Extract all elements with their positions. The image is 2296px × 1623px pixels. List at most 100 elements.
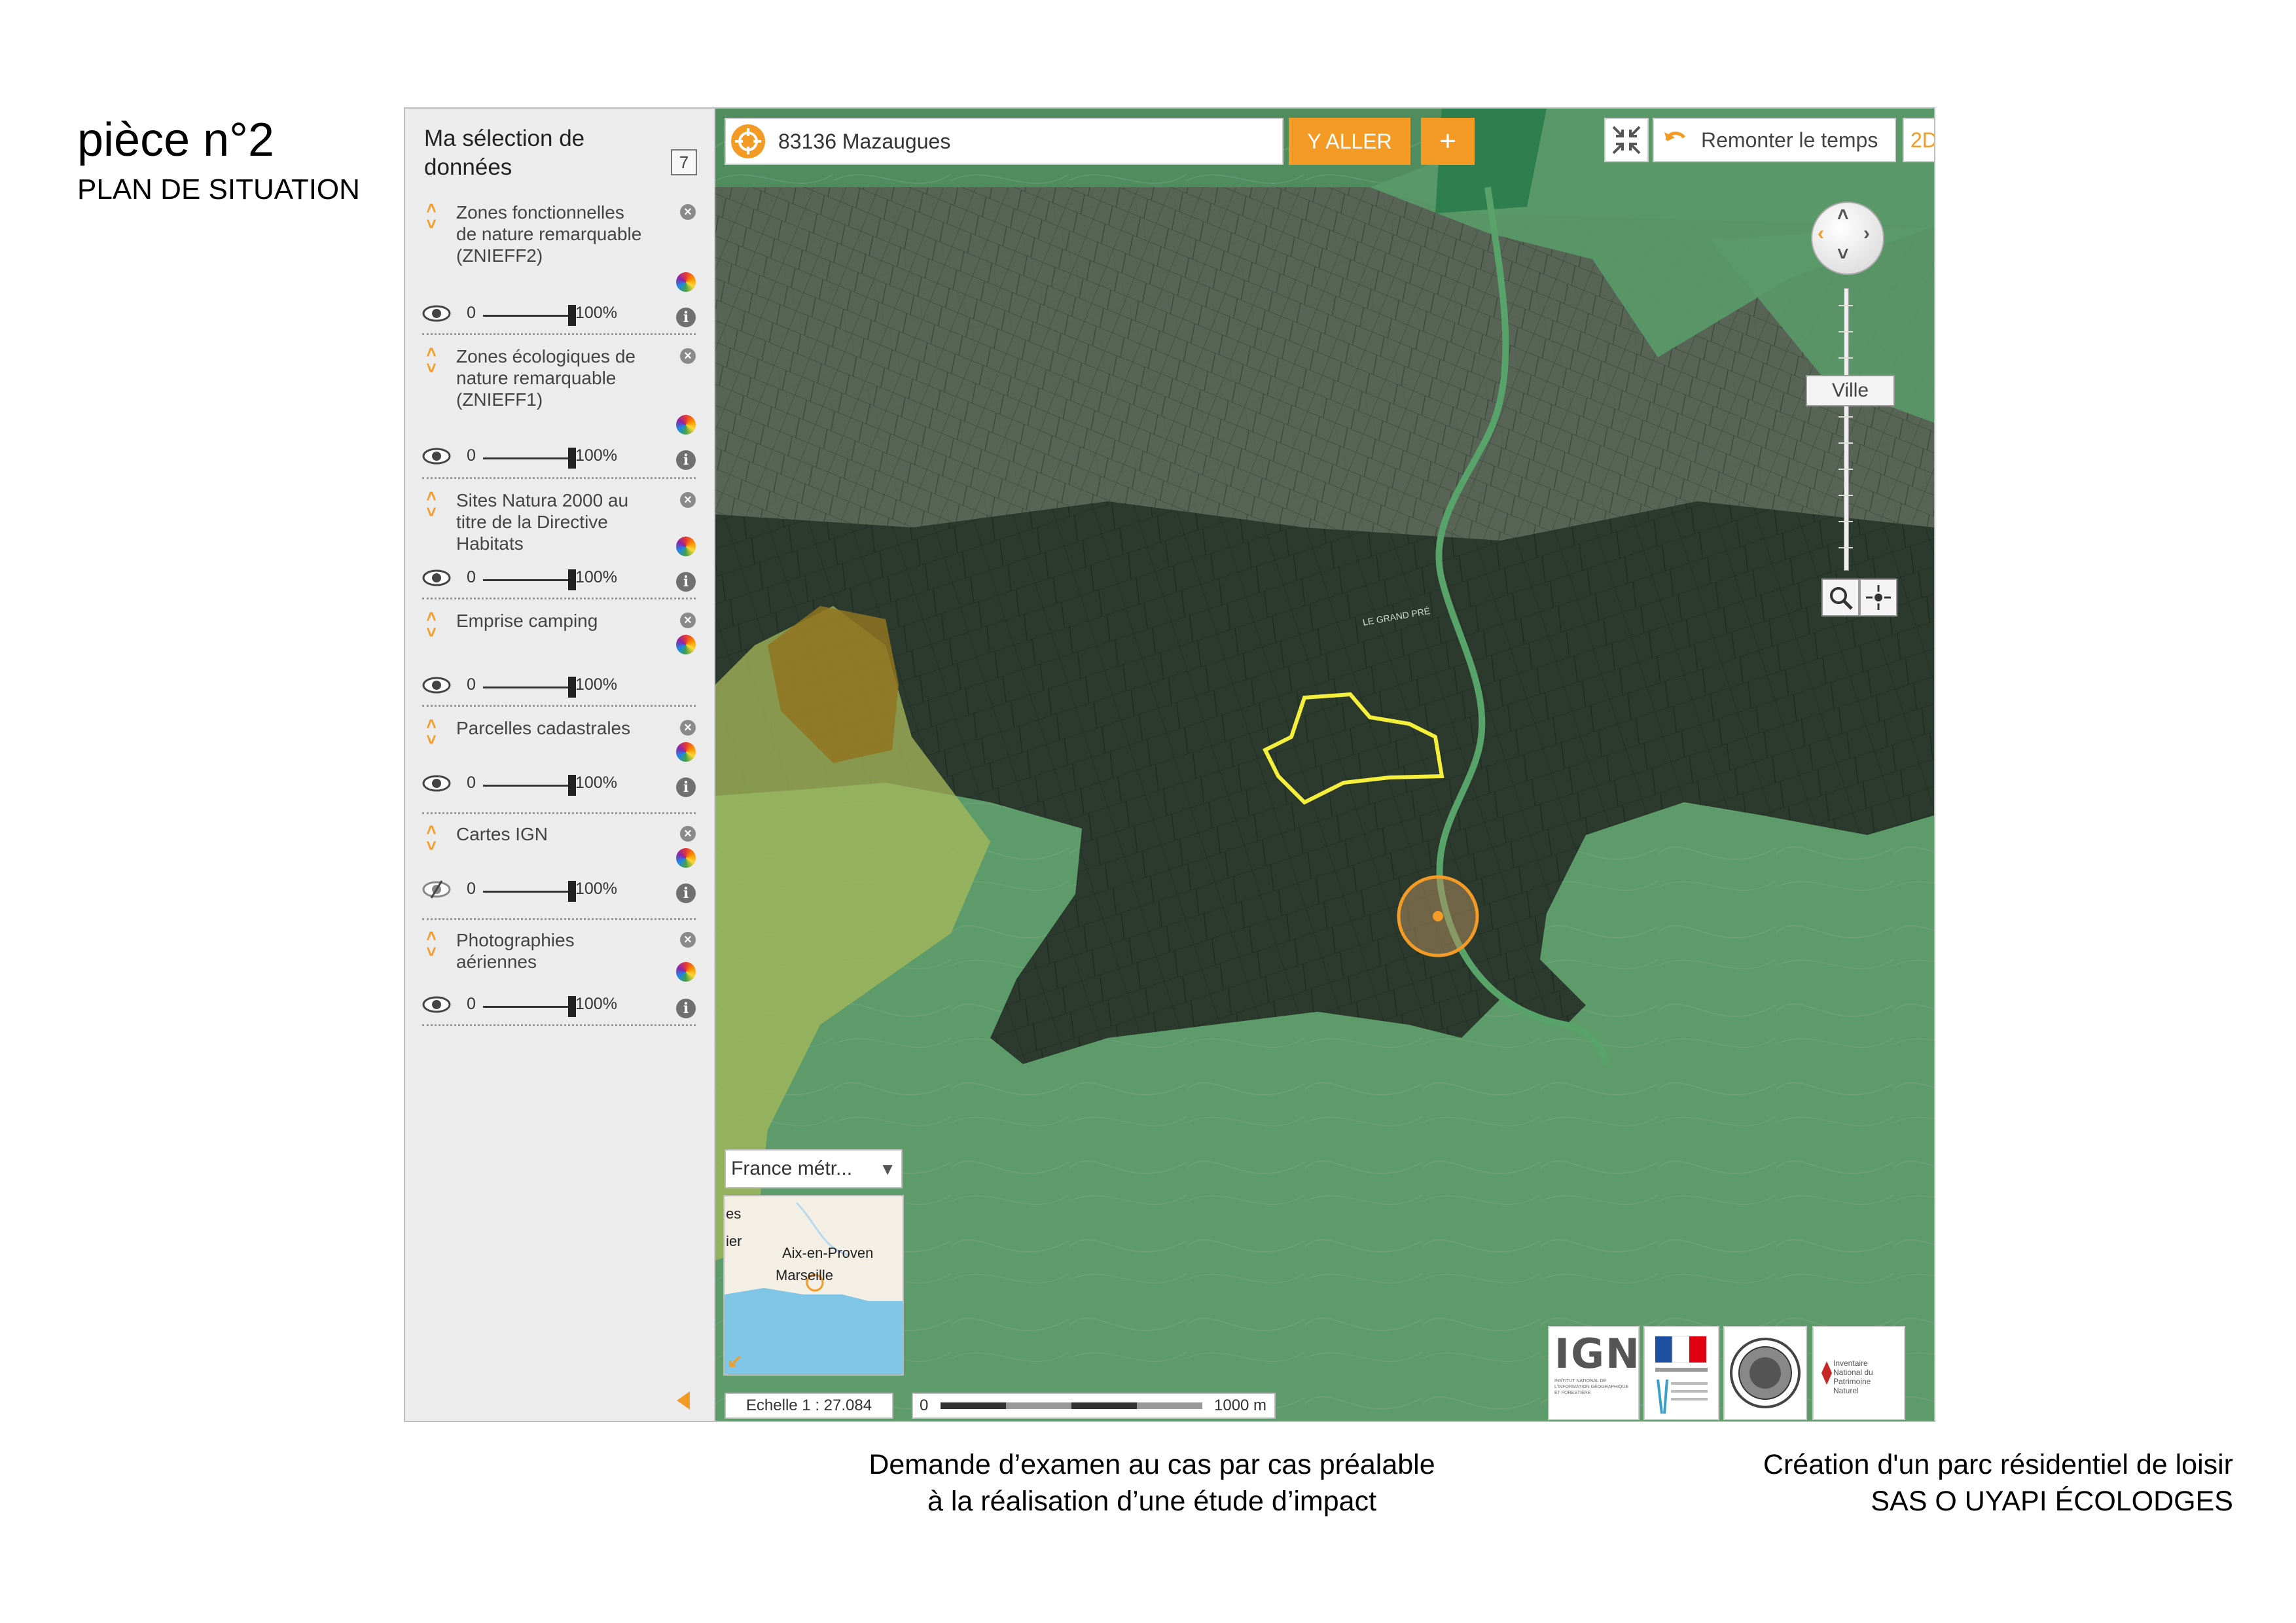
color-wheel-icon[interactable]	[676, 635, 696, 654]
opacity-min: 0	[467, 568, 476, 586]
color-wheel-icon[interactable]	[676, 272, 696, 292]
search-input[interactable]	[777, 122, 1277, 161]
overview-city-aix: Aix-en-Proven	[782, 1245, 873, 1261]
eye-icon[interactable]	[422, 304, 451, 323]
reorder-chevron-icon[interactable]: ˄ ˅	[422, 488, 440, 521]
layer-name: Emprise camping	[456, 611, 598, 631]
info-icon[interactable]: i	[676, 777, 696, 797]
footer-left-line1: Demande d’examen au cas par cas préalabl…	[869, 1449, 1435, 1480]
remove-layer-icon[interactable]: ×	[680, 613, 696, 628]
pan-left-icon[interactable]: ‹	[1818, 223, 1824, 245]
ign-logo[interactable]: IGN INSTITUT NATIONAL DE L'INFORMATION G…	[1548, 1326, 1640, 1420]
geoportail-app: Ma sélection de données 7 ˄ ˅ Zones fonct…	[404, 107, 1935, 1422]
opacity-slider[interactable]	[483, 785, 571, 787]
dropdown-arrow-icon: ▼	[879, 1159, 896, 1179]
layer-panel: Ma sélection de données 7 ˄ ˅ Zones fonct…	[405, 109, 715, 1421]
opacity-slider[interactable]	[483, 315, 571, 317]
crosshair-icon	[1866, 585, 1891, 610]
info-icon[interactable]: i	[676, 308, 696, 327]
inpn-logo[interactable]: Inventaire National du Patrimoine Nature…	[1812, 1326, 1905, 1420]
eye-icon[interactable]	[422, 774, 451, 793]
opacity-max: 100%	[575, 880, 617, 898]
zoom-slider[interactable]	[1844, 288, 1849, 571]
center-map-button[interactable]	[1859, 579, 1897, 616]
territory-select[interactable]: France métr... ▼	[725, 1149, 903, 1188]
opacity-slider[interactable]	[483, 1006, 571, 1008]
remove-layer-icon[interactable]: ×	[680, 826, 696, 842]
info-icon[interactable]: i	[676, 999, 696, 1018]
zoom-tick	[1839, 357, 1853, 359]
opacity-min: 0	[467, 880, 476, 898]
opacity-slider[interactable]	[483, 891, 571, 893]
layer-separator	[422, 812, 696, 814]
color-wheel-icon[interactable]	[676, 415, 696, 435]
color-wheel-icon[interactable]	[676, 537, 696, 556]
opacity-slider[interactable]	[483, 579, 571, 581]
zoom-level-label[interactable]: Ville	[1806, 375, 1895, 406]
layer-item-emprise-camping: ˄ ˅ Emprise camping × 0 100%	[422, 608, 696, 707]
info-icon[interactable]: i	[676, 572, 696, 592]
pan-up-icon[interactable]: ˄	[1837, 204, 1849, 226]
opacity-control: 0 100%	[422, 567, 638, 593]
more-options-button[interactable]: +	[1421, 118, 1475, 165]
remove-layer-icon[interactable]: ×	[680, 720, 696, 736]
reorder-chevron-icon[interactable]: ˄ ˅	[422, 344, 440, 377]
go-button[interactable]: Y ALLER	[1289, 118, 1410, 165]
overview-map[interactable]: es ier Aix-en-Proven Marseille ↙	[723, 1195, 904, 1376]
remove-layer-icon[interactable]: ×	[680, 204, 696, 220]
opacity-slider[interactable]	[483, 687, 571, 688]
time-travel-button[interactable]: Remonter le temps	[1653, 118, 1896, 162]
reorder-chevron-icon[interactable]: ˄ ˅	[422, 927, 440, 961]
mode-2d-button[interactable]: 2D	[1910, 119, 1934, 161]
layer-name: Sites Natura 2000 au titre de la Directi…	[456, 490, 629, 554]
collapse-panel-arrow-icon[interactable]	[677, 1391, 690, 1410]
undo-arrow-icon	[1664, 132, 1685, 141]
locate-icon[interactable]	[731, 124, 765, 158]
opacity-min: 0	[467, 774, 476, 792]
collapse-icon	[1612, 126, 1641, 154]
museum-seal-logo[interactable]	[1723, 1326, 1807, 1420]
layer-name: Parcelles cadastrales	[456, 718, 631, 738]
remove-layer-icon[interactable]: ×	[680, 932, 696, 948]
overview-city-marseille: Marseille	[776, 1267, 833, 1283]
layer-item-parcelles: ˄ ˅ Parcelles cadastrales × 0 100% i	[422, 715, 696, 814]
color-wheel-icon[interactable]	[676, 742, 696, 762]
ign-logo-text: IGN	[1554, 1330, 1641, 1378]
zoom-tick	[1839, 305, 1853, 306]
eye-icon[interactable]	[422, 675, 451, 695]
eye-hidden-icon[interactable]	[422, 880, 451, 899]
fullscreen-button[interactable]	[1604, 118, 1649, 162]
reorder-chevron-icon[interactable]: ˄ ˅	[422, 715, 440, 749]
reorder-chevron-icon[interactable]: ˄ ˅	[422, 200, 440, 233]
zoom-box-button[interactable]	[1821, 579, 1859, 616]
info-icon[interactable]: i	[676, 450, 696, 470]
eye-icon[interactable]	[422, 995, 451, 1014]
pan-right-icon[interactable]: ›	[1863, 223, 1870, 245]
layer-separator	[422, 705, 696, 707]
scale-ratio: Echelle 1 : 27.084	[725, 1393, 893, 1419]
info-icon[interactable]: i	[676, 883, 696, 903]
layer-separator	[422, 333, 696, 335]
zoom-tick	[1839, 521, 1853, 522]
opacity-min: 0	[467, 995, 476, 1013]
zoom-tick	[1839, 495, 1853, 496]
ministry-logo[interactable]	[1643, 1326, 1719, 1420]
footer-left: Demande d’examen au cas par cas préalabl…	[851, 1446, 1453, 1520]
scale-bar: 0 1000 m	[912, 1393, 1276, 1419]
reorder-chevron-icon[interactable]: ˄ ˅	[422, 608, 440, 641]
remove-layer-icon[interactable]: ×	[680, 492, 696, 508]
color-wheel-icon[interactable]	[676, 962, 696, 982]
layer-count-badge[interactable]: 7	[671, 149, 697, 175]
color-wheel-icon[interactable]	[676, 848, 696, 868]
magnifier-icon	[1830, 587, 1853, 610]
pan-down-icon[interactable]: ˅	[1837, 243, 1849, 266]
map-view[interactable]: LE GRAND PRÉ Y ALLER + Remonter le temps…	[715, 109, 1934, 1421]
eye-icon[interactable]	[422, 568, 451, 588]
opacity-slider[interactable]	[483, 457, 571, 459]
remove-layer-icon[interactable]: ×	[680, 348, 696, 364]
overview-collapse-arrow-icon[interactable]: ↙	[727, 1350, 742, 1372]
pan-compass[interactable]: ˄ ˅ ‹ ›	[1811, 202, 1884, 275]
opacity-control: 0 100%	[422, 878, 638, 904]
eye-icon[interactable]	[422, 446, 451, 466]
reorder-chevron-icon[interactable]: ˄ ˅	[422, 821, 440, 855]
